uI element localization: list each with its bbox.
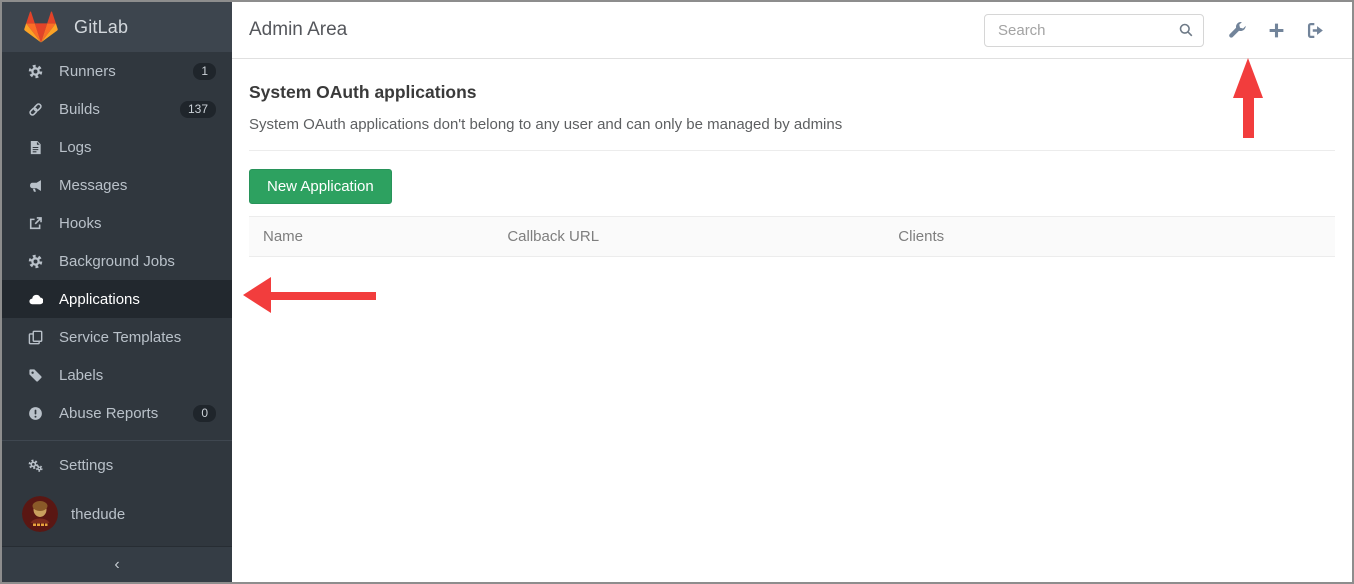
- copy-icon: [26, 330, 44, 345]
- sign-out-icon[interactable]: [1296, 15, 1335, 45]
- gears-icon: [26, 458, 44, 473]
- sidebar-item-label: Background Jobs: [59, 253, 175, 270]
- sidebar-item-background-jobs[interactable]: Background Jobs: [2, 242, 232, 280]
- gear-icon: [26, 254, 44, 269]
- cloud-icon: [26, 292, 44, 307]
- admin-sidebar: GitLab Runners 1 Builds 137: [2, 2, 232, 582]
- sidebar-item-applications[interactable]: Applications: [2, 280, 232, 318]
- count-badge: 1: [193, 63, 216, 80]
- chevron-left-icon: ‹: [114, 556, 119, 574]
- page-title: Admin Area: [249, 19, 347, 41]
- link-icon: [26, 102, 44, 117]
- sidebar-item-label: Labels: [59, 367, 103, 384]
- sidebar-item-messages[interactable]: Messages: [2, 166, 232, 204]
- admin-nav: Runners 1 Builds 137 Logs Messa: [2, 52, 232, 432]
- sidebar-item-label: Messages: [59, 177, 127, 194]
- section-description: System OAuth applications don't belong t…: [249, 116, 1335, 133]
- sidebar-item-label: Applications: [59, 291, 140, 308]
- column-header-clients: Clients: [884, 217, 1335, 257]
- user-avatar: [22, 496, 58, 532]
- sidebar-item-label: Builds: [59, 101, 100, 118]
- sidebar-item-label: Hooks: [59, 215, 102, 232]
- sidebar-item-label: Settings: [59, 457, 113, 474]
- sidebar-item-labels[interactable]: Labels: [2, 356, 232, 394]
- username: thedude: [71, 506, 125, 523]
- exclamation-circle-icon: [26, 406, 44, 421]
- sidebar-collapse-toggle[interactable]: ‹: [2, 546, 232, 582]
- sidebar-item-abuse-reports[interactable]: Abuse Reports 0: [2, 394, 232, 432]
- app-window: GitLab Runners 1 Builds 137: [0, 0, 1354, 584]
- bullhorn-icon: [26, 178, 44, 193]
- top-header: Admin Area: [232, 2, 1352, 59]
- wrench-admin-icon[interactable]: [1218, 15, 1257, 45]
- header-icon-buttons: [1218, 15, 1335, 45]
- table-header-row: Name Callback URL Clients: [249, 217, 1335, 257]
- column-header-name: Name: [249, 217, 493, 257]
- sidebar-item-label: Logs: [59, 139, 92, 156]
- count-badge: 0: [193, 405, 216, 422]
- app-name[interactable]: GitLab: [74, 17, 128, 38]
- gear-icon: [26, 64, 44, 79]
- tag-icon: [26, 368, 44, 383]
- section-heading: System OAuth applications: [249, 82, 1335, 103]
- oauth-applications-section: System OAuth applications System OAuth a…: [232, 59, 1352, 257]
- sidebar-item-label: Abuse Reports: [59, 405, 158, 422]
- search-box[interactable]: [984, 14, 1204, 47]
- sidebar-item-logs[interactable]: Logs: [2, 128, 232, 166]
- sidebar-item-hooks[interactable]: Hooks: [2, 204, 232, 242]
- sidebar-header: GitLab: [2, 2, 232, 52]
- sidebar-item-builds[interactable]: Builds 137: [2, 90, 232, 128]
- count-badge: 137: [180, 101, 216, 118]
- gitlab-tanuki-logo-icon[interactable]: [22, 9, 60, 45]
- sidebar-user-profile[interactable]: thedude: [2, 484, 232, 544]
- main-panel: Admin Area: [232, 2, 1352, 582]
- sidebar-item-label: Runners: [59, 63, 116, 80]
- plus-icon[interactable]: [1257, 15, 1296, 45]
- divider: [249, 150, 1335, 151]
- sidebar-item-runners[interactable]: Runners 1: [2, 52, 232, 90]
- sidebar-item-settings[interactable]: Settings: [2, 446, 232, 484]
- sidebar-item-label: Service Templates: [59, 329, 181, 346]
- applications-table: Name Callback URL Clients: [249, 216, 1335, 257]
- search-icon[interactable]: [1178, 22, 1194, 38]
- new-application-button[interactable]: New Application: [249, 169, 392, 204]
- file-text-icon: [26, 140, 44, 155]
- column-header-callback-url: Callback URL: [493, 217, 884, 257]
- header-actions: [984, 14, 1335, 47]
- sidebar-footer-section: Settings thedude: [2, 440, 232, 544]
- external-link-icon: [26, 216, 44, 231]
- search-input[interactable]: [996, 21, 1178, 40]
- sidebar-item-service-templates[interactable]: Service Templates: [2, 318, 232, 356]
